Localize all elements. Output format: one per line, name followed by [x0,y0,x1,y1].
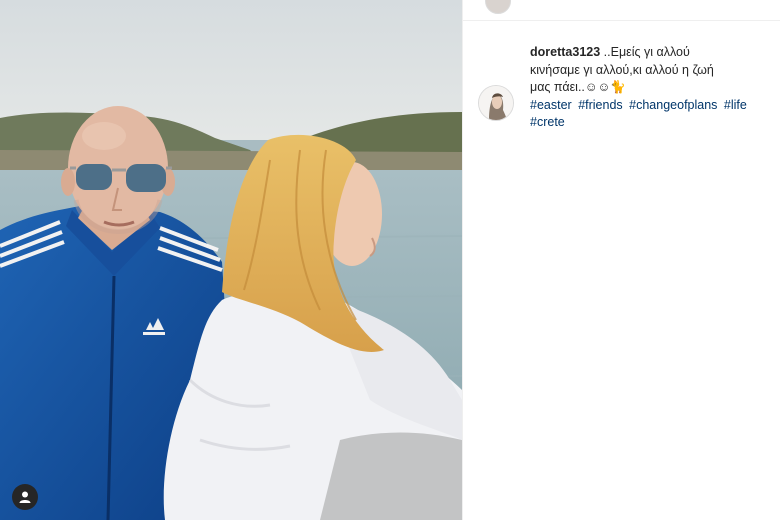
header-text-cropped [527,0,587,3]
person-icon [18,490,32,504]
caption-line-1: ..Εμείς γι αλλού [603,45,690,59]
profile-avatar[interactable] [478,85,514,121]
post-photo[interactable] [0,0,462,520]
user-tag-button[interactable] [12,484,38,510]
hashtag-link[interactable]: #changeofplans [629,98,717,112]
post-side-panel: doretta3123 ..Εμείς γι αλλού κινήσαμε γι… [462,0,780,520]
caption-username[interactable]: doretta3123 [530,45,600,59]
hashtag-list: #easter #friends #changeofplans #life #c… [530,98,750,130]
caption-text: doretta3123 ..Εμείς γι αλλού κινήσαμε γι… [530,44,762,132]
hashtag-link[interactable]: #friends [578,98,622,112]
caption-line-2: κινήσαμε γι αλλού,κι αλλού η ζωή [530,62,714,77]
post-header [463,0,780,21]
photo-scene [0,0,462,520]
hashtag-link[interactable]: #easter [530,98,572,112]
hashtag-link[interactable]: #crete [530,115,565,129]
caption-line-3: μας πάει..☺☺🐈 [530,80,626,94]
hashtag-link[interactable]: #life [724,98,747,112]
header-avatar[interactable] [485,0,511,14]
